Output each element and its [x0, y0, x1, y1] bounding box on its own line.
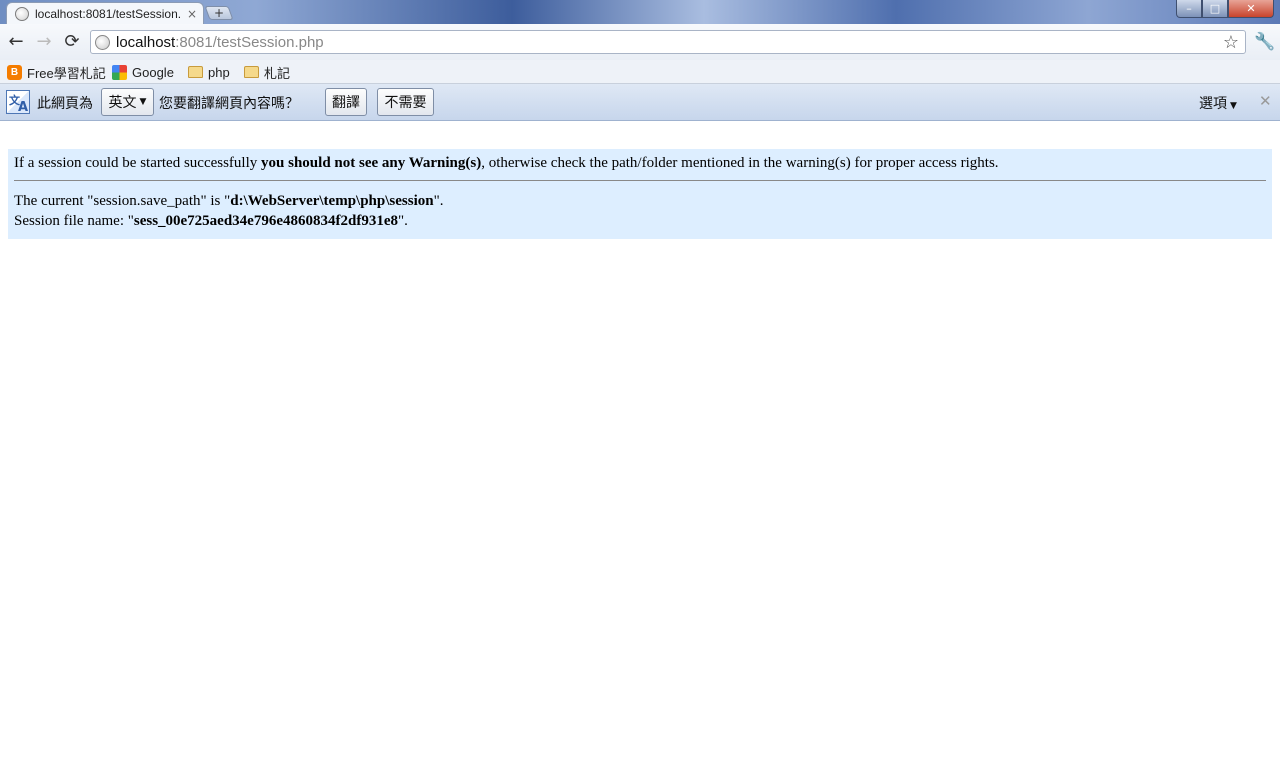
intro-part: If a session could be started successful…: [14, 155, 262, 171]
blogger-icon: B: [7, 64, 22, 80]
infobar-text: 此網頁為: [37, 96, 93, 112]
site-info-icon[interactable]: [95, 34, 110, 50]
reload-button[interactable]: ⟳: [62, 32, 82, 52]
intro-text: If a session could be started successful…: [14, 155, 1266, 172]
navigation-toolbar: ← → ⟳ localhost:8081/testSession.php ☆ 🔧: [0, 24, 1280, 60]
wrench-menu-icon[interactable]: 🔧: [1254, 32, 1275, 52]
translate-infobar: 文A 此網頁為 英文 ▼ 您要翻譯網頁內容嗎？ 翻譯 不需要 選項 ▼ ✕: [0, 84, 1280, 121]
bookmark-google[interactable]: Google: [112, 62, 174, 82]
plus-icon: +: [213, 6, 225, 20]
translate-icon: 文A: [6, 90, 30, 115]
file-suffix: ".: [398, 213, 408, 229]
file-prefix: Session file name: ": [14, 213, 134, 229]
tab-title: localhost:8081/testSession.php: [35, 6, 180, 21]
options-menu[interactable]: 選項 ▼: [1199, 93, 1237, 113]
language-value: 英文: [108, 95, 137, 111]
infobar-question: 您要翻譯網頁內容嗎？: [159, 96, 299, 112]
session-file-value: sess_00e725aed34e796e4860834f2df931e8: [133, 213, 398, 229]
bookmark-free-notes[interactable]: B Free學習札記: [7, 62, 106, 82]
bookmark-label: Free學習札記: [27, 65, 106, 81]
tab-close-icon[interactable]: ×: [187, 7, 197, 21]
language-select[interactable]: 英文 ▼: [101, 88, 154, 116]
new-tab-button[interactable]: +: [204, 6, 234, 20]
translate-button[interactable]: 翻譯: [325, 88, 367, 116]
save-path-text: The current "session.save_path" is "d:\W…: [14, 191, 1266, 211]
back-button[interactable]: ←: [6, 32, 26, 52]
session-info-box: If a session could be started successful…: [8, 149, 1272, 239]
bookmarks-bar: B Free學習札記 Google php 札記: [0, 60, 1280, 84]
folder-icon: [244, 66, 259, 78]
bookmark-folder-php[interactable]: php: [188, 62, 230, 82]
infobar-close-icon[interactable]: ✕: [1259, 92, 1272, 110]
forward-button[interactable]: →: [34, 32, 54, 52]
url-path: :8081/testSession.php: [175, 33, 324, 51]
bookmark-label: 札記: [264, 65, 291, 81]
minimize-button[interactable]: –: [1176, 0, 1202, 18]
browser-tab[interactable]: localhost:8081/testSession.php ×: [6, 2, 204, 24]
chevron-down-icon: ▼: [1230, 101, 1237, 111]
folder-icon: [188, 66, 203, 78]
maximize-button[interactable]: □: [1202, 0, 1228, 18]
path-prefix: The current "session.save_path" is ": [14, 193, 231, 209]
bookmark-star-icon[interactable]: ☆: [1223, 32, 1239, 53]
session-file-text: Session file name: "sess_00e725aed34e796…: [14, 211, 1266, 231]
nope-button[interactable]: 不需要: [377, 88, 434, 116]
url-host: localhost: [116, 33, 176, 51]
address-bar[interactable]: localhost:8081/testSession.php ☆: [90, 30, 1246, 54]
divider: [14, 180, 1266, 181]
page-globe-icon: [15, 6, 29, 21]
options-label: 選項: [1199, 96, 1227, 112]
google-icon: [112, 64, 127, 80]
bookmark-folder-notes[interactable]: 札記: [244, 62, 290, 82]
title-bar: localhost:8081/testSession.php × + – □ ✕: [0, 0, 1280, 24]
warning-emphasis: you should not see any Warning(s): [261, 155, 482, 171]
save-path-value: d:\WebServer\temp\php\session: [230, 193, 434, 209]
intro-part: , otherwise check the path/folder mentio…: [481, 155, 999, 171]
bookmark-label: php: [208, 64, 230, 80]
path-suffix: ".: [433, 193, 444, 209]
chevron-down-icon: ▼: [139, 97, 147, 107]
bookmark-label: Google: [132, 64, 174, 80]
close-window-button[interactable]: ✕: [1228, 0, 1274, 18]
